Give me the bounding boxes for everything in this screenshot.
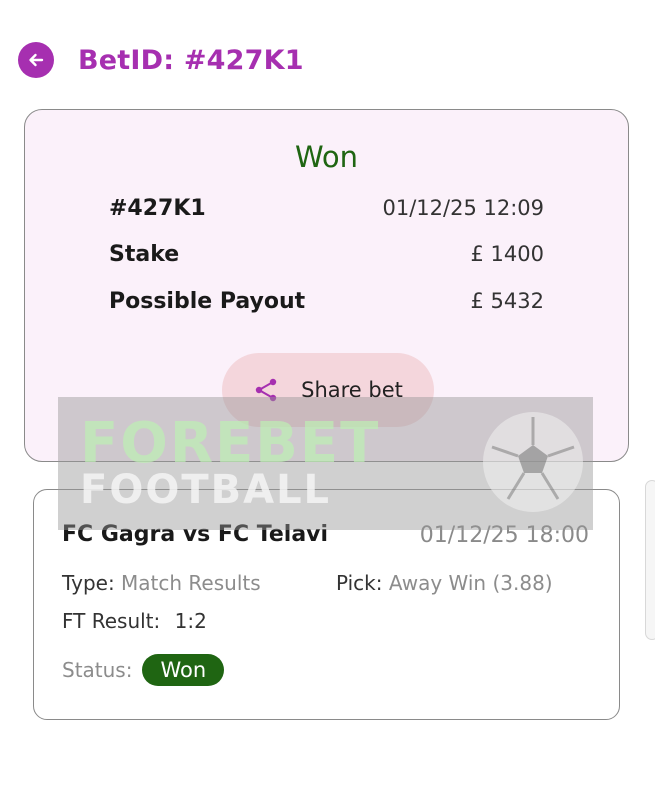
pick-value: Away Win (3.88) xyxy=(388,571,553,595)
bet-datetime: 01/12/25 12:09 xyxy=(382,196,544,220)
status-row: Status: Won xyxy=(62,654,225,686)
payout-row: Possible Payout £ 5432 xyxy=(109,289,544,314)
next-card-edge xyxy=(645,480,655,640)
watermark: FOREBET FOOTBALL xyxy=(58,397,593,530)
stake-value: £ 1400 xyxy=(470,242,544,266)
stake-label: Stake xyxy=(109,242,180,267)
ft-result-label: FT Result: xyxy=(62,609,161,633)
bet-result-heading: Won xyxy=(294,140,359,174)
bet-id: #427K1 xyxy=(109,196,206,221)
arrow-left-icon xyxy=(29,53,44,67)
football-icon xyxy=(483,412,583,512)
bet-id-row: #427K1 01/12/25 12:09 xyxy=(109,196,544,221)
watermark-line-2: FOOTBALL xyxy=(80,467,332,513)
status-badge: Won xyxy=(142,654,225,686)
page-title: BetID: #427K1 xyxy=(78,44,304,76)
pick-label: Pick: xyxy=(336,571,383,595)
page-header: BetID: #427K1 xyxy=(18,40,304,80)
type-row: Type: Match Results xyxy=(62,571,261,595)
status-label: Status: xyxy=(62,658,133,682)
ft-result-row: FT Result: 1:2 xyxy=(62,609,207,633)
type-value: Match Results xyxy=(121,571,261,595)
payout-value: £ 5432 xyxy=(470,289,544,313)
pick-row: Pick: Away Win (3.88) xyxy=(336,571,553,595)
stake-row: Stake £ 1400 xyxy=(109,242,544,267)
ft-result-value: 1:2 xyxy=(174,609,207,633)
payout-label: Possible Payout xyxy=(109,289,306,314)
type-label: Type: xyxy=(62,571,115,595)
back-button[interactable] xyxy=(18,42,54,78)
